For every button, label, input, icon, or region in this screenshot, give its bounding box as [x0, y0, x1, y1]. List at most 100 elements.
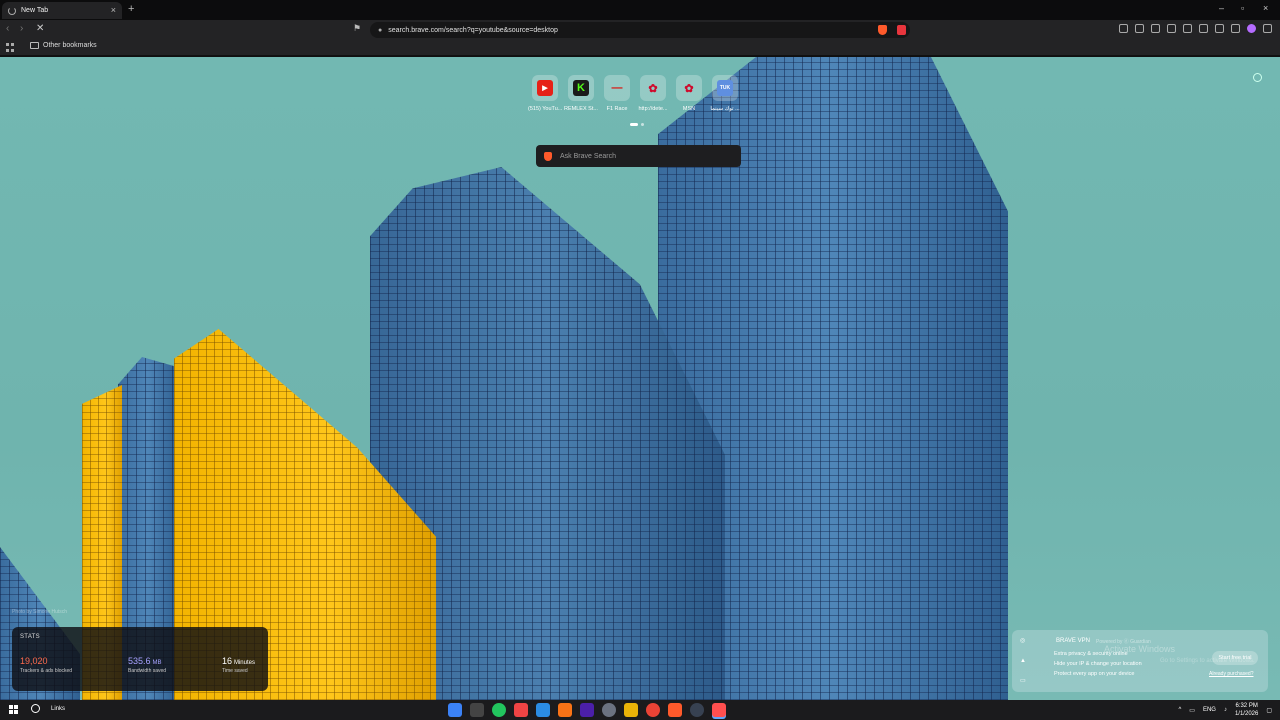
brave-active-icon[interactable]	[712, 703, 726, 717]
close-window-button[interactable]: ×	[1263, 3, 1268, 13]
stat-bandwidth-unit: MB	[152, 660, 162, 666]
vpn-warning-icon: ▲	[1020, 658, 1026, 664]
tuktuk-icon: TUK	[717, 80, 733, 96]
other-bookmarks[interactable]: Other bookmarks	[30, 42, 97, 49]
top-site-label: (515) YouTu...	[528, 106, 562, 112]
top-site-label: MSN	[682, 106, 696, 112]
tab-title: New Tab	[21, 7, 49, 14]
menu-icon[interactable]	[1263, 24, 1272, 33]
stat-bandwidth-value: 535.6	[128, 656, 151, 666]
search-placeholder[interactable]: Ask Brave Search	[560, 153, 616, 160]
bookmark-icon[interactable]: ⚑	[353, 23, 361, 34]
app-icon-4[interactable]	[514, 703, 528, 717]
toolbar-extensions	[1119, 24, 1272, 33]
address-bar[interactable]: ● search.brave.com/search?q=youtube&sour…	[370, 22, 910, 38]
stat-time: 16 Minutes Time saved	[222, 656, 255, 674]
media-icon[interactable]	[1151, 24, 1160, 33]
brave-shields-icon[interactable]	[878, 25, 887, 35]
tab-close-icon[interactable]: ×	[111, 6, 116, 15]
stats-widget: STATS 19,020 Trackers & ads blocked 535.…	[12, 627, 268, 691]
after-effects-icon[interactable]	[580, 703, 594, 717]
top-site-huawei[interactable]: ✿ http://dete...	[638, 75, 668, 112]
clock[interactable]: 6:32 PM 1/1/2026	[1235, 702, 1258, 718]
extension-icon[interactable]	[1119, 24, 1128, 33]
minimize-button[interactable]: –	[1219, 3, 1224, 13]
top-site-f1[interactable]: ― F1 Race	[602, 75, 632, 112]
stat-trackers: 19,020 Trackers & ads blocked	[20, 656, 72, 674]
top-site-tuktuk[interactable]: TUK توك سينما ...	[710, 75, 740, 112]
activate-windows-subtext: Go to Settings to activate Windows.	[1160, 658, 1255, 664]
new-tab-button[interactable]: +	[128, 3, 134, 15]
settings-gear-icon[interactable]	[1253, 73, 1262, 82]
search-box[interactable]: Ask Brave Search	[536, 145, 741, 167]
app-icon-6[interactable]	[558, 703, 572, 717]
tab-strip: New Tab × + – ▫ ×	[0, 0, 1280, 20]
youtube-icon: ▶	[537, 80, 553, 96]
vscode-icon[interactable]	[536, 703, 550, 717]
app-icon-2[interactable]	[470, 703, 484, 717]
stat-bandwidth-label: Bandwidth saved	[128, 668, 167, 674]
top-site-youtube[interactable]: ▶ (515) YouTu...	[528, 75, 562, 112]
network-icon[interactable]: ▭	[1189, 707, 1195, 714]
extension-icon[interactable]	[1167, 24, 1176, 33]
site-info-icon[interactable]: ●	[378, 27, 382, 34]
activate-windows-watermark: Activate Windows	[1104, 644, 1176, 654]
app-icon-3[interactable]	[492, 703, 506, 717]
top-site-kick[interactable]: K REMLEX St...	[564, 75, 598, 112]
other-bookmarks-label: Other bookmarks	[43, 42, 97, 49]
brave-rewards-icon[interactable]	[897, 25, 906, 35]
stop-loading-icon[interactable]: ✕	[36, 23, 44, 34]
links-toolbar[interactable]: Links	[51, 706, 65, 712]
app-icon-1[interactable]	[448, 703, 462, 717]
sidebar-icon[interactable]	[1183, 24, 1192, 33]
apps-grid-icon[interactable]	[6, 43, 15, 52]
vpn-feature: Protect every app on your device	[1054, 671, 1135, 677]
extension-icon[interactable]	[1215, 24, 1224, 33]
vpn-shield-icon: ◎	[1020, 638, 1026, 644]
stat-bandwidth: 535.6 MB Bandwidth saved	[128, 656, 166, 674]
browser-toolbar: ‹ › ✕ ⚑ ● search.brave.com/search?q=yout…	[0, 20, 1280, 40]
top-site-msn[interactable]: ✿ MSN	[674, 75, 704, 112]
search-icon[interactable]	[31, 704, 40, 713]
extension-icon[interactable]	[1135, 24, 1144, 33]
stat-trackers-value: 19,020	[20, 656, 48, 666]
language-indicator[interactable]: ENG	[1203, 707, 1216, 713]
app-icon-12[interactable]	[690, 703, 704, 717]
top-sites-pager[interactable]	[630, 123, 644, 126]
notification-icon[interactable]: ▢	[1266, 707, 1272, 714]
vpn-device-icon: ▭	[1020, 678, 1026, 684]
huawei-icon: ✿	[684, 82, 694, 95]
chrome-icon[interactable]	[646, 703, 660, 717]
stat-time-value: 16	[222, 656, 233, 666]
top-sites: ▶ (515) YouTu... K REMLEX St... ― F1 Rac…	[528, 75, 740, 112]
stats-title: STATS	[20, 634, 40, 640]
forward-arrow-icon[interactable]: ›	[20, 23, 23, 34]
volume-icon[interactable]: ♪	[1224, 707, 1227, 713]
tab-new-tab[interactable]: New Tab ×	[2, 2, 122, 19]
windows-taskbar: Links ^ ▭ ENG ♪ 6:32 PM 1/1/2026 ▢	[0, 700, 1280, 720]
app-icon-8[interactable]	[602, 703, 616, 717]
profile-avatar[interactable]	[1247, 24, 1256, 33]
taskbar-apps	[448, 703, 726, 717]
stat-time-unit: Minutes	[233, 660, 255, 666]
file-explorer-icon[interactable]	[624, 703, 638, 717]
folder-icon	[30, 42, 39, 49]
brave-icon[interactable]	[668, 703, 682, 717]
restore-button[interactable]: ▫	[1241, 3, 1244, 13]
extension-icon[interactable]	[1231, 24, 1240, 33]
top-site-label: REMLEX St...	[564, 106, 598, 112]
back-arrow-icon[interactable]: ‹	[6, 23, 9, 34]
new-tab-page: ▶ (515) YouTu... K REMLEX St... ― F1 Rac…	[0, 57, 1280, 700]
extension-icon[interactable]	[1199, 24, 1208, 33]
top-site-label: F1 Race	[606, 106, 628, 112]
brave-lion-icon	[544, 151, 552, 161]
photo-credit[interactable]: Photo by Simone Hutsch	[12, 609, 67, 615]
tray-overflow-icon[interactable]: ^	[1178, 707, 1181, 713]
loading-spinner-icon	[8, 6, 16, 15]
already-purchased-link[interactable]: Already purchased?	[1209, 671, 1253, 677]
windows-start-icon[interactable]	[9, 705, 18, 714]
vpn-title: BRAVE VPN	[1056, 638, 1090, 644]
huawei-icon: ✿	[648, 82, 658, 95]
vpn-feature: Hide your IP & change your location	[1054, 661, 1142, 667]
url-text[interactable]: search.brave.com/search?q=youtube&source…	[388, 27, 902, 34]
